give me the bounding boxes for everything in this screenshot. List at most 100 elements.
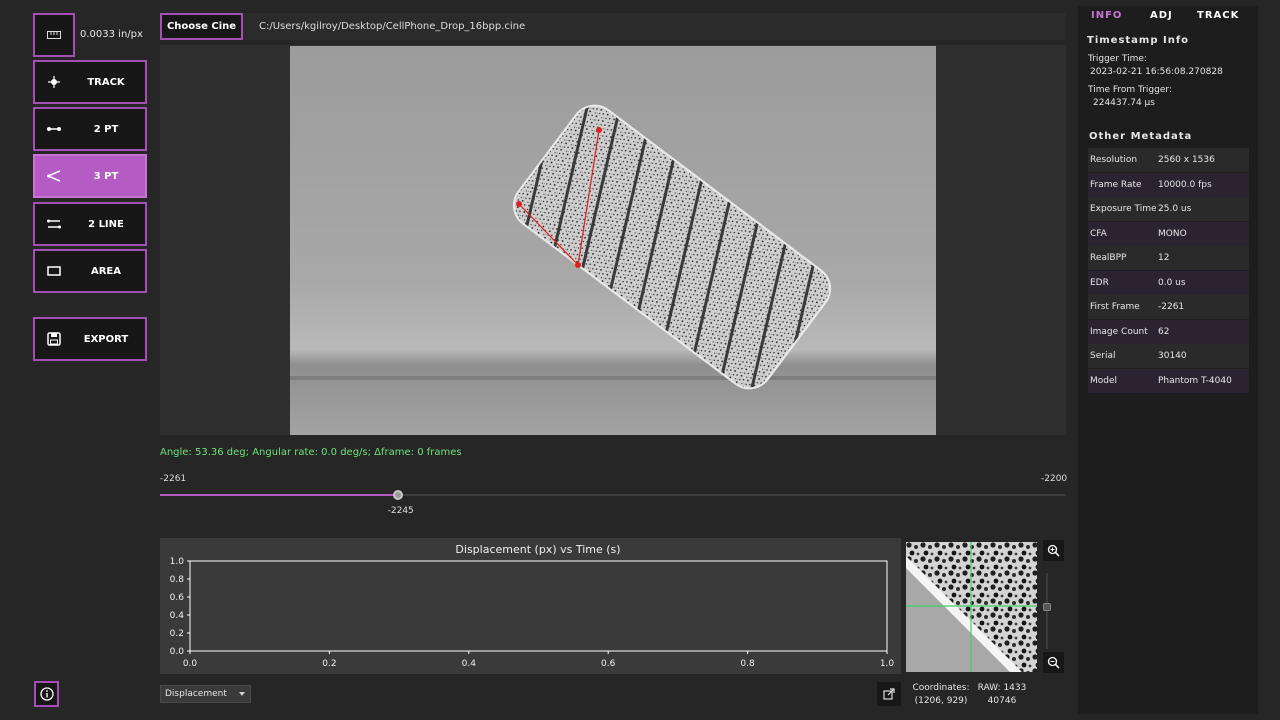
- metadata-value: 10000.0 fps: [1158, 179, 1212, 190]
- time-from-trigger-label: Time From Trigger:: [1088, 85, 1172, 95]
- track-tool-label: TRACK: [87, 76, 125, 88]
- tab-track[interactable]: TRACK: [1197, 10, 1239, 21]
- metadata-row: Serial 30140: [1088, 344, 1249, 368]
- zoom-in-icon: [1047, 544, 1060, 557]
- metadata-key: EDR: [1090, 277, 1109, 288]
- y-tick-label: 0.2: [170, 629, 184, 639]
- frame-slider-value: -2245: [387, 506, 414, 516]
- phone-frame-image: [290, 97, 936, 397]
- metadata-value: 25.0 us: [1158, 204, 1192, 214]
- y-tick-label: 1.0: [170, 557, 185, 567]
- export-label: EXPORT: [83, 333, 129, 345]
- x-tick-label: 0.6: [601, 659, 616, 669]
- ruler-icon: [47, 31, 61, 39]
- metadata-row: Model Phantom T-4040: [1088, 368, 1249, 393]
- metadata-value: 12: [1158, 253, 1170, 263]
- metadata-value: -2261: [1158, 302, 1185, 312]
- about-button[interactable]: [34, 681, 59, 707]
- y-tick-label: 0.6: [170, 593, 185, 603]
- frame-slider-fill: [160, 494, 398, 496]
- x-tick-label: 0.8: [740, 659, 755, 669]
- metadata-key: Frame Rate: [1090, 179, 1142, 190]
- y-tick-label: 0.0: [170, 647, 185, 657]
- video-frame[interactable]: [290, 46, 936, 435]
- metadata-row: EDR 0.0 us: [1088, 270, 1249, 295]
- x-tick-label: 0.2: [322, 659, 336, 669]
- metadata-row: First Frame -2261: [1088, 295, 1249, 319]
- area-tool-button[interactable]: AREA: [33, 249, 147, 293]
- two-point-tool-label: 2 PT: [93, 123, 119, 135]
- x-tick-label: 1.0: [880, 659, 895, 669]
- zoom-in-button[interactable]: [1043, 540, 1064, 561]
- crosshair-icon: [35, 76, 73, 88]
- area-tool-label: AREA: [90, 265, 121, 277]
- chevron-down-icon: [239, 692, 245, 696]
- plot-area: [189, 560, 888, 652]
- plot-type-value: Displacement: [165, 689, 227, 699]
- time-from-trigger-value: 224437.74 μs: [1093, 98, 1155, 108]
- choose-cine-button[interactable]: Choose Cine: [160, 13, 243, 40]
- zoom-slider-track[interactable]: [1046, 573, 1048, 649]
- displacement-chart[interactable]: 0.0 0.2 0.4 0.6 0.8 1.0 0.0 0.2 0.4 0.6 0.8 1.0: [160, 538, 901, 674]
- zoom-view: [906, 542, 1037, 672]
- metadata-key: Exposure Time: [1090, 204, 1157, 214]
- frame-slider-handle[interactable]: [392, 490, 403, 500]
- metadata-row: CFA MONO: [1088, 221, 1249, 246]
- info-icon: [39, 687, 54, 701]
- metadata-key: Serial: [1090, 351, 1116, 361]
- metadata-row: Resolution 2560 x 1536: [1088, 148, 1249, 172]
- two-line-tool-label: 2 LINE: [88, 218, 124, 230]
- metadata-key: Image Count: [1090, 326, 1148, 337]
- coordinates-readout: Coordinates: (1206, 929): [910, 682, 972, 708]
- two-point-tool-button[interactable]: 2 PT: [33, 107, 147, 151]
- zoom-out-button[interactable]: [1043, 652, 1064, 673]
- x-tick-label: 0.0: [183, 659, 198, 669]
- scale-button[interactable]: [33, 13, 75, 57]
- metadata-row: Frame Rate 10000.0 fps: [1088, 172, 1249, 197]
- track-tool-button[interactable]: TRACK: [33, 60, 147, 104]
- angle-icon: [35, 170, 73, 182]
- metadata-row: RealBPP 12: [1088, 246, 1249, 270]
- metadata-row: Exposure Time 25.0 us: [1088, 197, 1249, 221]
- raw-readout: RAW: 1433 40746: [975, 682, 1029, 708]
- metadata-value: 0.0 us: [1158, 277, 1186, 288]
- two-line-icon: [35, 219, 73, 229]
- metadata-key: Resolution: [1090, 155, 1138, 165]
- timeline-min-label: -2261: [160, 474, 187, 484]
- metadata-section-title: Other Metadata: [1089, 131, 1193, 142]
- y-tick-label: 0.4: [170, 611, 185, 621]
- zoom-thumbnail[interactable]: [906, 542, 1037, 672]
- metadata-key: CFA: [1090, 228, 1107, 239]
- rectangle-icon: [35, 266, 73, 276]
- metadata-key: Model: [1090, 375, 1118, 386]
- popout-plot-button[interactable]: [877, 682, 901, 706]
- zoom-slider-handle[interactable]: [1043, 603, 1051, 611]
- metadata-value: 30140: [1158, 351, 1187, 361]
- metadata-row: Image Count 62: [1088, 319, 1249, 344]
- three-point-tool-button[interactable]: 3 PT: [33, 154, 147, 198]
- scale-value: 0.0033 in/px: [80, 29, 143, 40]
- external-link-icon: [883, 688, 895, 700]
- metadata-value: 62: [1158, 326, 1170, 337]
- timestamp-section-title: Timestamp Info: [1087, 35, 1190, 46]
- metadata-key: First Frame: [1090, 302, 1140, 312]
- export-button[interactable]: EXPORT: [33, 317, 147, 361]
- y-tick-label: 0.8: [170, 575, 185, 585]
- three-point-tool-label: 3 PT: [93, 170, 119, 182]
- timeline-max-label: -2200: [1041, 474, 1068, 484]
- two-line-tool-button[interactable]: 2 LINE: [33, 202, 147, 246]
- two-point-icon: [35, 126, 73, 132]
- measurement-status: Angle: 53.36 deg; Angular rate: 0.0 deg/…: [160, 447, 462, 458]
- coordinates-value: (1206, 929): [914, 696, 968, 706]
- tab-adj[interactable]: ADJ: [1150, 10, 1173, 21]
- trigger-time-label: Trigger Time:: [1088, 54, 1147, 64]
- x-tick-label: 0.4: [462, 659, 477, 669]
- metadata-value: Phantom T-4040: [1158, 375, 1232, 386]
- tab-info[interactable]: INFO: [1091, 10, 1122, 21]
- plot-type-dropdown[interactable]: Displacement: [160, 685, 251, 703]
- metadata-key: RealBPP: [1090, 253, 1127, 263]
- file-path: C:/Users/kgilroy/Desktop/CellPhone_Drop_…: [259, 21, 526, 32]
- raw-label: RAW: 1433: [977, 683, 1027, 693]
- zoom-out-icon: [1047, 656, 1060, 669]
- metadata-value: 2560 x 1536: [1158, 155, 1215, 165]
